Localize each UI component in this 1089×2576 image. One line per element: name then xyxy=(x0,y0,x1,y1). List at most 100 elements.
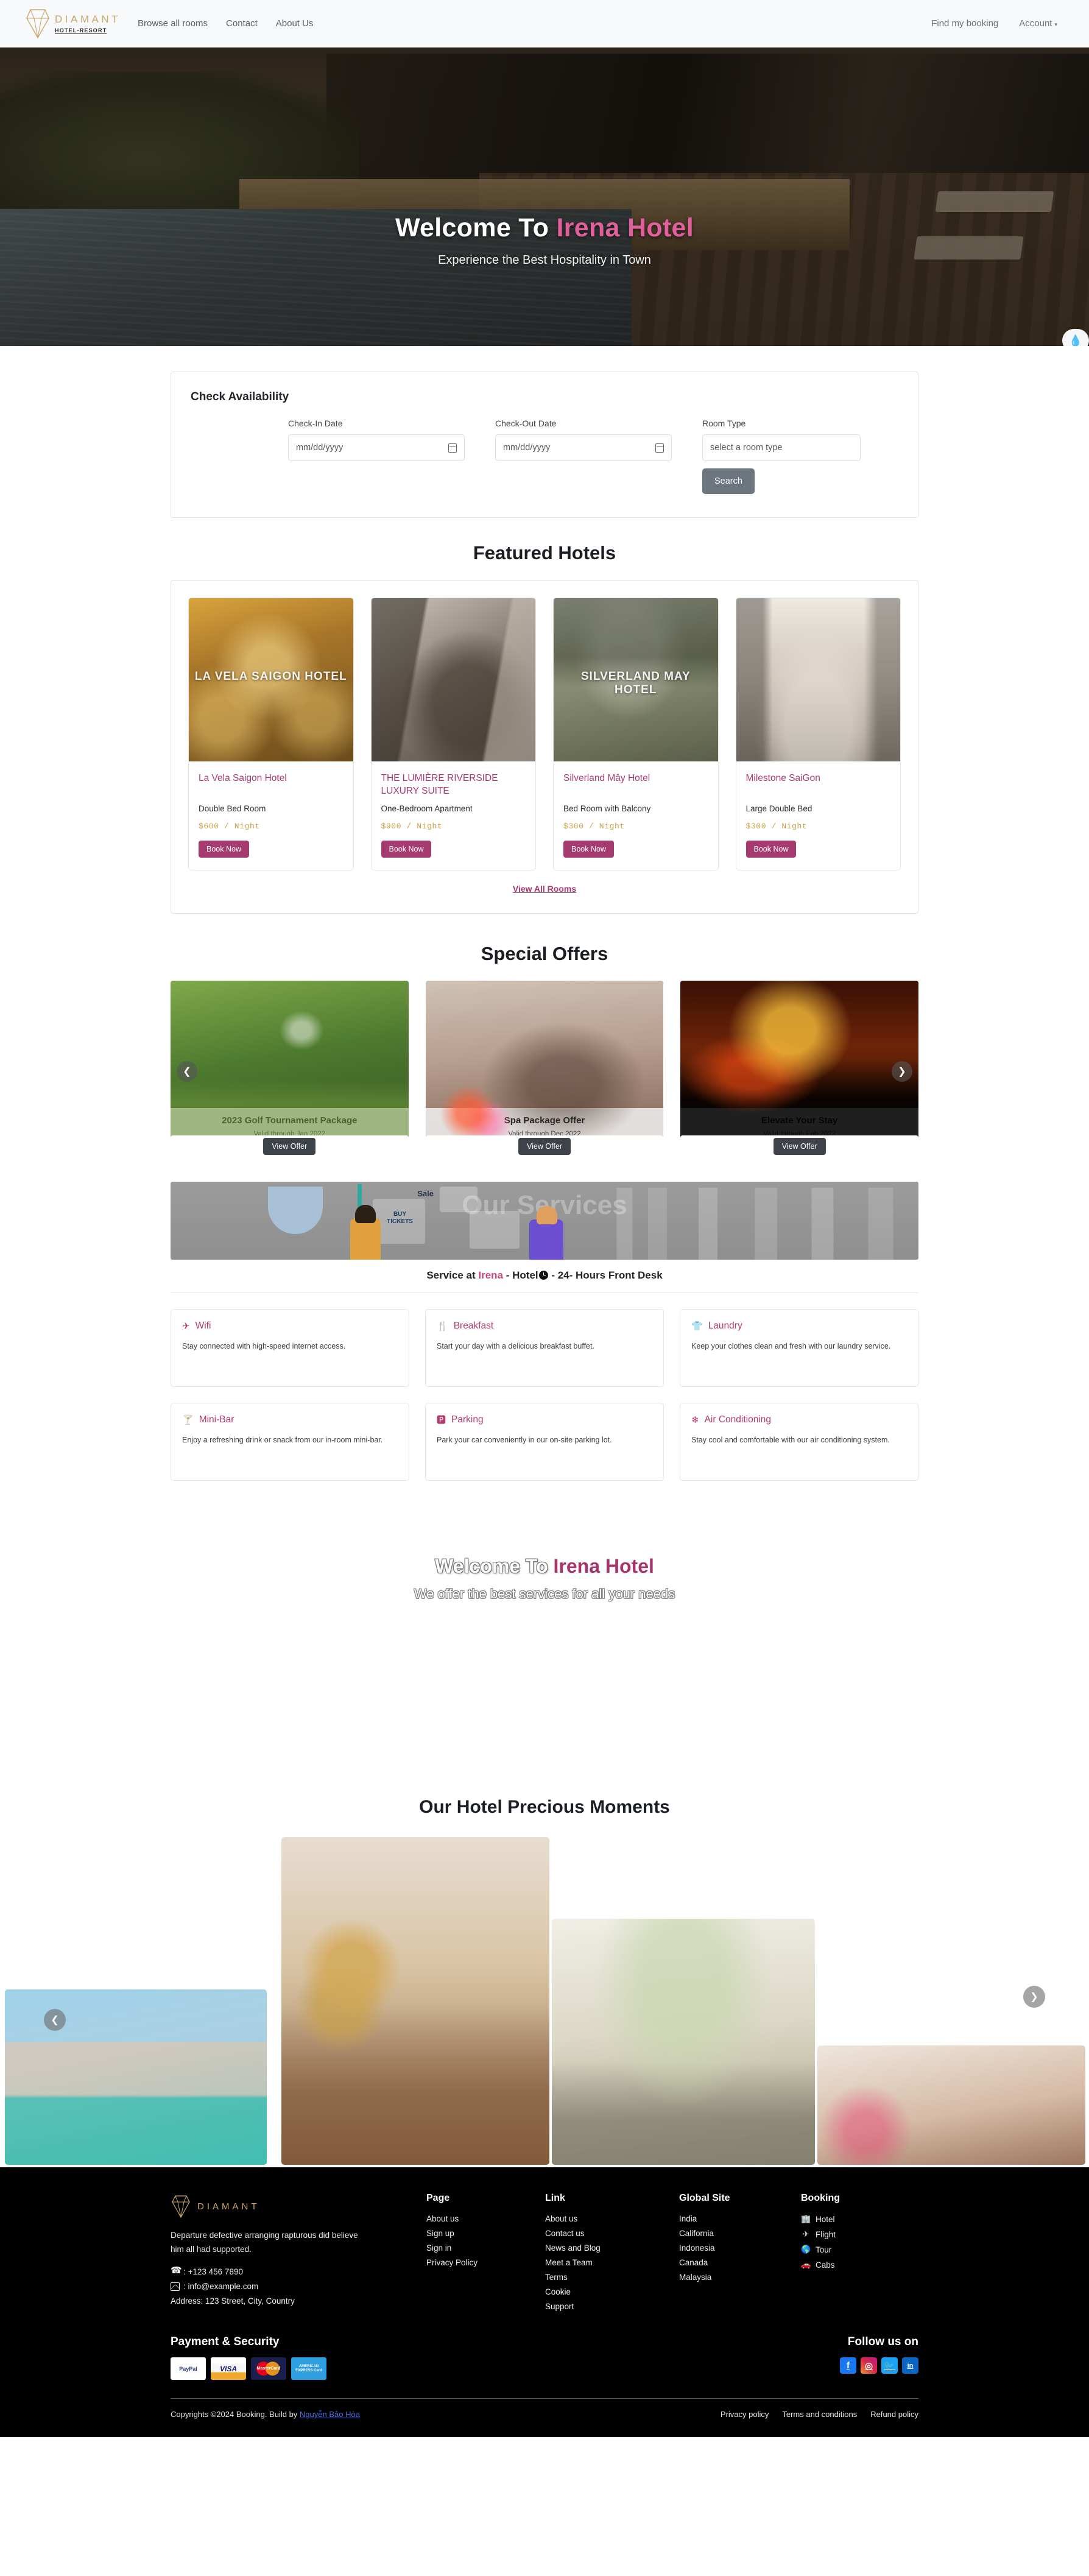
view-all-rooms-link[interactable]: View All Rooms xyxy=(513,884,576,894)
hero-title-prefix: Welcome To xyxy=(395,213,557,242)
nav-about-us[interactable]: About Us xyxy=(276,18,314,29)
room-card[interactable]: SILVERLAND MAY HOTEL Silverland Mây Hote… xyxy=(553,598,719,870)
book-now-button[interactable]: Book Now xyxy=(199,841,249,858)
footer-booking-cabs[interactable]: 🚗 Cabs xyxy=(801,2260,917,2270)
footer-link-privacy-policy[interactable]: Privacy Policy xyxy=(426,2258,545,2267)
offer-card[interactable]: Elevate Your Stay Valid through Feb 2022 xyxy=(680,981,918,1146)
footer-site-california[interactable]: California xyxy=(679,2229,801,2238)
twitter-icon[interactable]: 🐦 xyxy=(881,2357,898,2374)
cab-icon: 🚗 xyxy=(801,2260,811,2269)
room-type-select[interactable]: select a room type xyxy=(702,434,861,461)
room-card[interactable]: LA VELA SAIGON HOTEL La Vela Saigon Hote… xyxy=(188,598,354,870)
offer-card[interactable]: 2023 Golf Tournament Package Valid throu… xyxy=(171,981,409,1146)
hero-next-button[interactable]: 💧 xyxy=(1062,329,1089,346)
footer-site-malaysia[interactable]: Malaysia xyxy=(679,2273,801,2282)
legal-terms-and-conditions[interactable]: Terms and conditions xyxy=(782,2410,857,2419)
checkout-date-input[interactable]: mm/dd/yyyy xyxy=(495,434,672,461)
offers-prev-button[interactable]: ❮ xyxy=(177,1061,197,1082)
service-card-minibar: 🍸 Mini-Bar Enjoy a refreshing drink or sn… xyxy=(171,1403,409,1481)
footer-global-site-title: Global Site xyxy=(679,2193,730,2203)
room-card[interactable]: THE LUMIÈRE RIVERSIDE LUXURY SUITE One-B… xyxy=(370,598,536,870)
linkedin-icon[interactable]: in xyxy=(902,2357,918,2374)
legal-refund-policy[interactable]: Refund policy xyxy=(870,2410,918,2419)
footer-link-support[interactable]: Support xyxy=(545,2302,679,2311)
availability-section: Check Availability Check-In Date mm/dd/y… xyxy=(0,346,1089,529)
footer-link-sign-up[interactable]: Sign up xyxy=(426,2229,545,2238)
footer-link-contact-us[interactable]: Contact us xyxy=(545,2229,679,2238)
service-title: Mini-Bar xyxy=(199,1414,234,1425)
room-type: Double Bed Room xyxy=(199,804,266,813)
book-now-button[interactable]: Book Now xyxy=(745,841,797,858)
footer-link-terms[interactable]: Terms xyxy=(545,2273,679,2282)
checkin-label: Check-In Date xyxy=(288,418,343,428)
featured-hotels-section: Featured Hotels LA VELA SAIGON HOTEL La … xyxy=(0,529,1089,914)
footer-site-india[interactable]: India xyxy=(679,2214,801,2223)
book-now-button[interactable]: Book Now xyxy=(563,841,614,858)
offer-title: Spa Package Offer xyxy=(504,1115,585,1126)
copyright-prefix: Copyrights ©2024 Booking. Build by xyxy=(171,2410,300,2419)
footer-booking-tour[interactable]: 🌎 Tour xyxy=(801,2245,917,2254)
nav-account[interactable]: Account ▾ xyxy=(1019,18,1057,29)
view-offer-button[interactable]: View Offer xyxy=(518,1138,571,1155)
paypal-label: PayPal xyxy=(179,2365,197,2372)
service-caption-post: - 24- Hours Front Desk xyxy=(548,1269,663,1281)
nav-find-my-booking[interactable]: Find my booking xyxy=(931,18,998,29)
checkout-label: Check-Out Date xyxy=(495,418,557,428)
footer-email[interactable]: : info@example.com xyxy=(171,2282,426,2291)
checkin-date-input[interactable]: mm/dd/yyyy xyxy=(288,434,465,461)
room-price: $900 / Night xyxy=(381,822,443,831)
footer-about-text: Departure defective arranging rapturous … xyxy=(171,2231,358,2254)
footer-site-indonesia[interactable]: Indonesia xyxy=(679,2243,801,2253)
gallery-section: Our Hotel Precious Moments ❮ ❯ xyxy=(0,1785,1089,2167)
brand-logo[interactable]: DIAMANT HOTEL-RESORT xyxy=(24,6,121,41)
service-description: Stay cool and comfortable with our air c… xyxy=(691,1436,890,1444)
calendar-icon[interactable] xyxy=(655,443,664,453)
offer-card[interactable]: Spa Package Offer Valid through Dec 2022 xyxy=(425,981,664,1146)
service-caption-accent: Irena xyxy=(478,1269,504,1281)
footer-site-canada[interactable]: Canada xyxy=(679,2258,801,2267)
calendar-icon[interactable] xyxy=(448,443,457,453)
checkin-placeholder: mm/dd/yyyy xyxy=(296,443,344,453)
snowflake-icon: ❄ xyxy=(691,1414,699,1425)
footer-link-sign-in[interactable]: Sign in xyxy=(426,2243,545,2253)
footer-link-cookie[interactable]: Cookie xyxy=(545,2287,679,2296)
legal-links: Privacy policy Terms and conditions Refu… xyxy=(721,2410,918,2419)
footer-booking-hotel[interactable]: 🏢 Hotel xyxy=(801,2214,917,2224)
search-button[interactable]: Search xyxy=(702,468,755,494)
chevron-down-icon: ▾ xyxy=(1054,21,1057,27)
gallery-photo[interactable] xyxy=(552,1919,815,2165)
book-now-button[interactable]: Book Now xyxy=(381,841,432,858)
view-offer-button[interactable]: View Offer xyxy=(263,1138,316,1155)
offer-button-cell: View Offer xyxy=(171,1135,409,1162)
room-card[interactable]: Milestone SaiGon Large Double Bed $300 /… xyxy=(735,598,901,870)
amex-label: AMERICAN EXPRESS Card xyxy=(295,2364,322,2373)
footer-brand[interactable]: DIAMANT xyxy=(171,2193,426,2220)
facebook-icon[interactable]: f xyxy=(840,2357,856,2374)
view-all-row: View All Rooms xyxy=(188,884,901,895)
gallery-photo[interactable] xyxy=(817,2045,1085,2165)
footer-link-meet-a-team[interactable]: Meet a Team xyxy=(545,2258,679,2267)
view-offer-button[interactable]: View Offer xyxy=(773,1138,826,1155)
gallery-prev-button[interactable]: ❮ xyxy=(44,2009,66,2031)
author-link[interactable]: Nguyễn Bảo Hòa xyxy=(300,2410,360,2419)
footer-phone[interactable]: : +123 456 7890 xyxy=(171,2265,426,2277)
service-sale-label: Sale xyxy=(417,1189,434,1198)
legal-privacy-policy[interactable]: Privacy policy xyxy=(721,2410,769,2419)
nav-contact[interactable]: Contact xyxy=(226,18,258,29)
service-card-air-conditioning: ❄ Air Conditioning Stay cool and comforta… xyxy=(680,1403,918,1481)
offers-next-button[interactable]: ❯ xyxy=(892,1061,912,1082)
footer-link-news-and-blog[interactable]: News and Blog xyxy=(545,2243,679,2253)
footer-link-about-us[interactable]: About us xyxy=(426,2214,545,2223)
gallery-photo[interactable] xyxy=(281,1837,549,2165)
room-image-caption: SILVERLAND MAY HOTEL xyxy=(580,669,691,696)
footer-about-column: DIAMANT Departure defective arranging ra… xyxy=(171,2193,426,2311)
footer-booking-flight[interactable]: ✈ Flight xyxy=(801,2229,917,2239)
footer-address-text: Address: 123 Street, City, Country xyxy=(171,2296,295,2306)
gallery-next-button[interactable]: ❯ xyxy=(1023,1986,1045,2008)
nav-browse-all-rooms[interactable]: Browse all rooms xyxy=(138,18,208,29)
mastercard-icon: MasterCard xyxy=(251,2357,286,2380)
instagram-icon[interactable]: ◎ xyxy=(861,2357,877,2374)
checkin-field: Check-In Date mm/dd/yyyy xyxy=(288,418,465,494)
room-price: $300 / Night xyxy=(745,822,808,831)
footer-link-about-us-2[interactable]: About us xyxy=(545,2214,679,2223)
